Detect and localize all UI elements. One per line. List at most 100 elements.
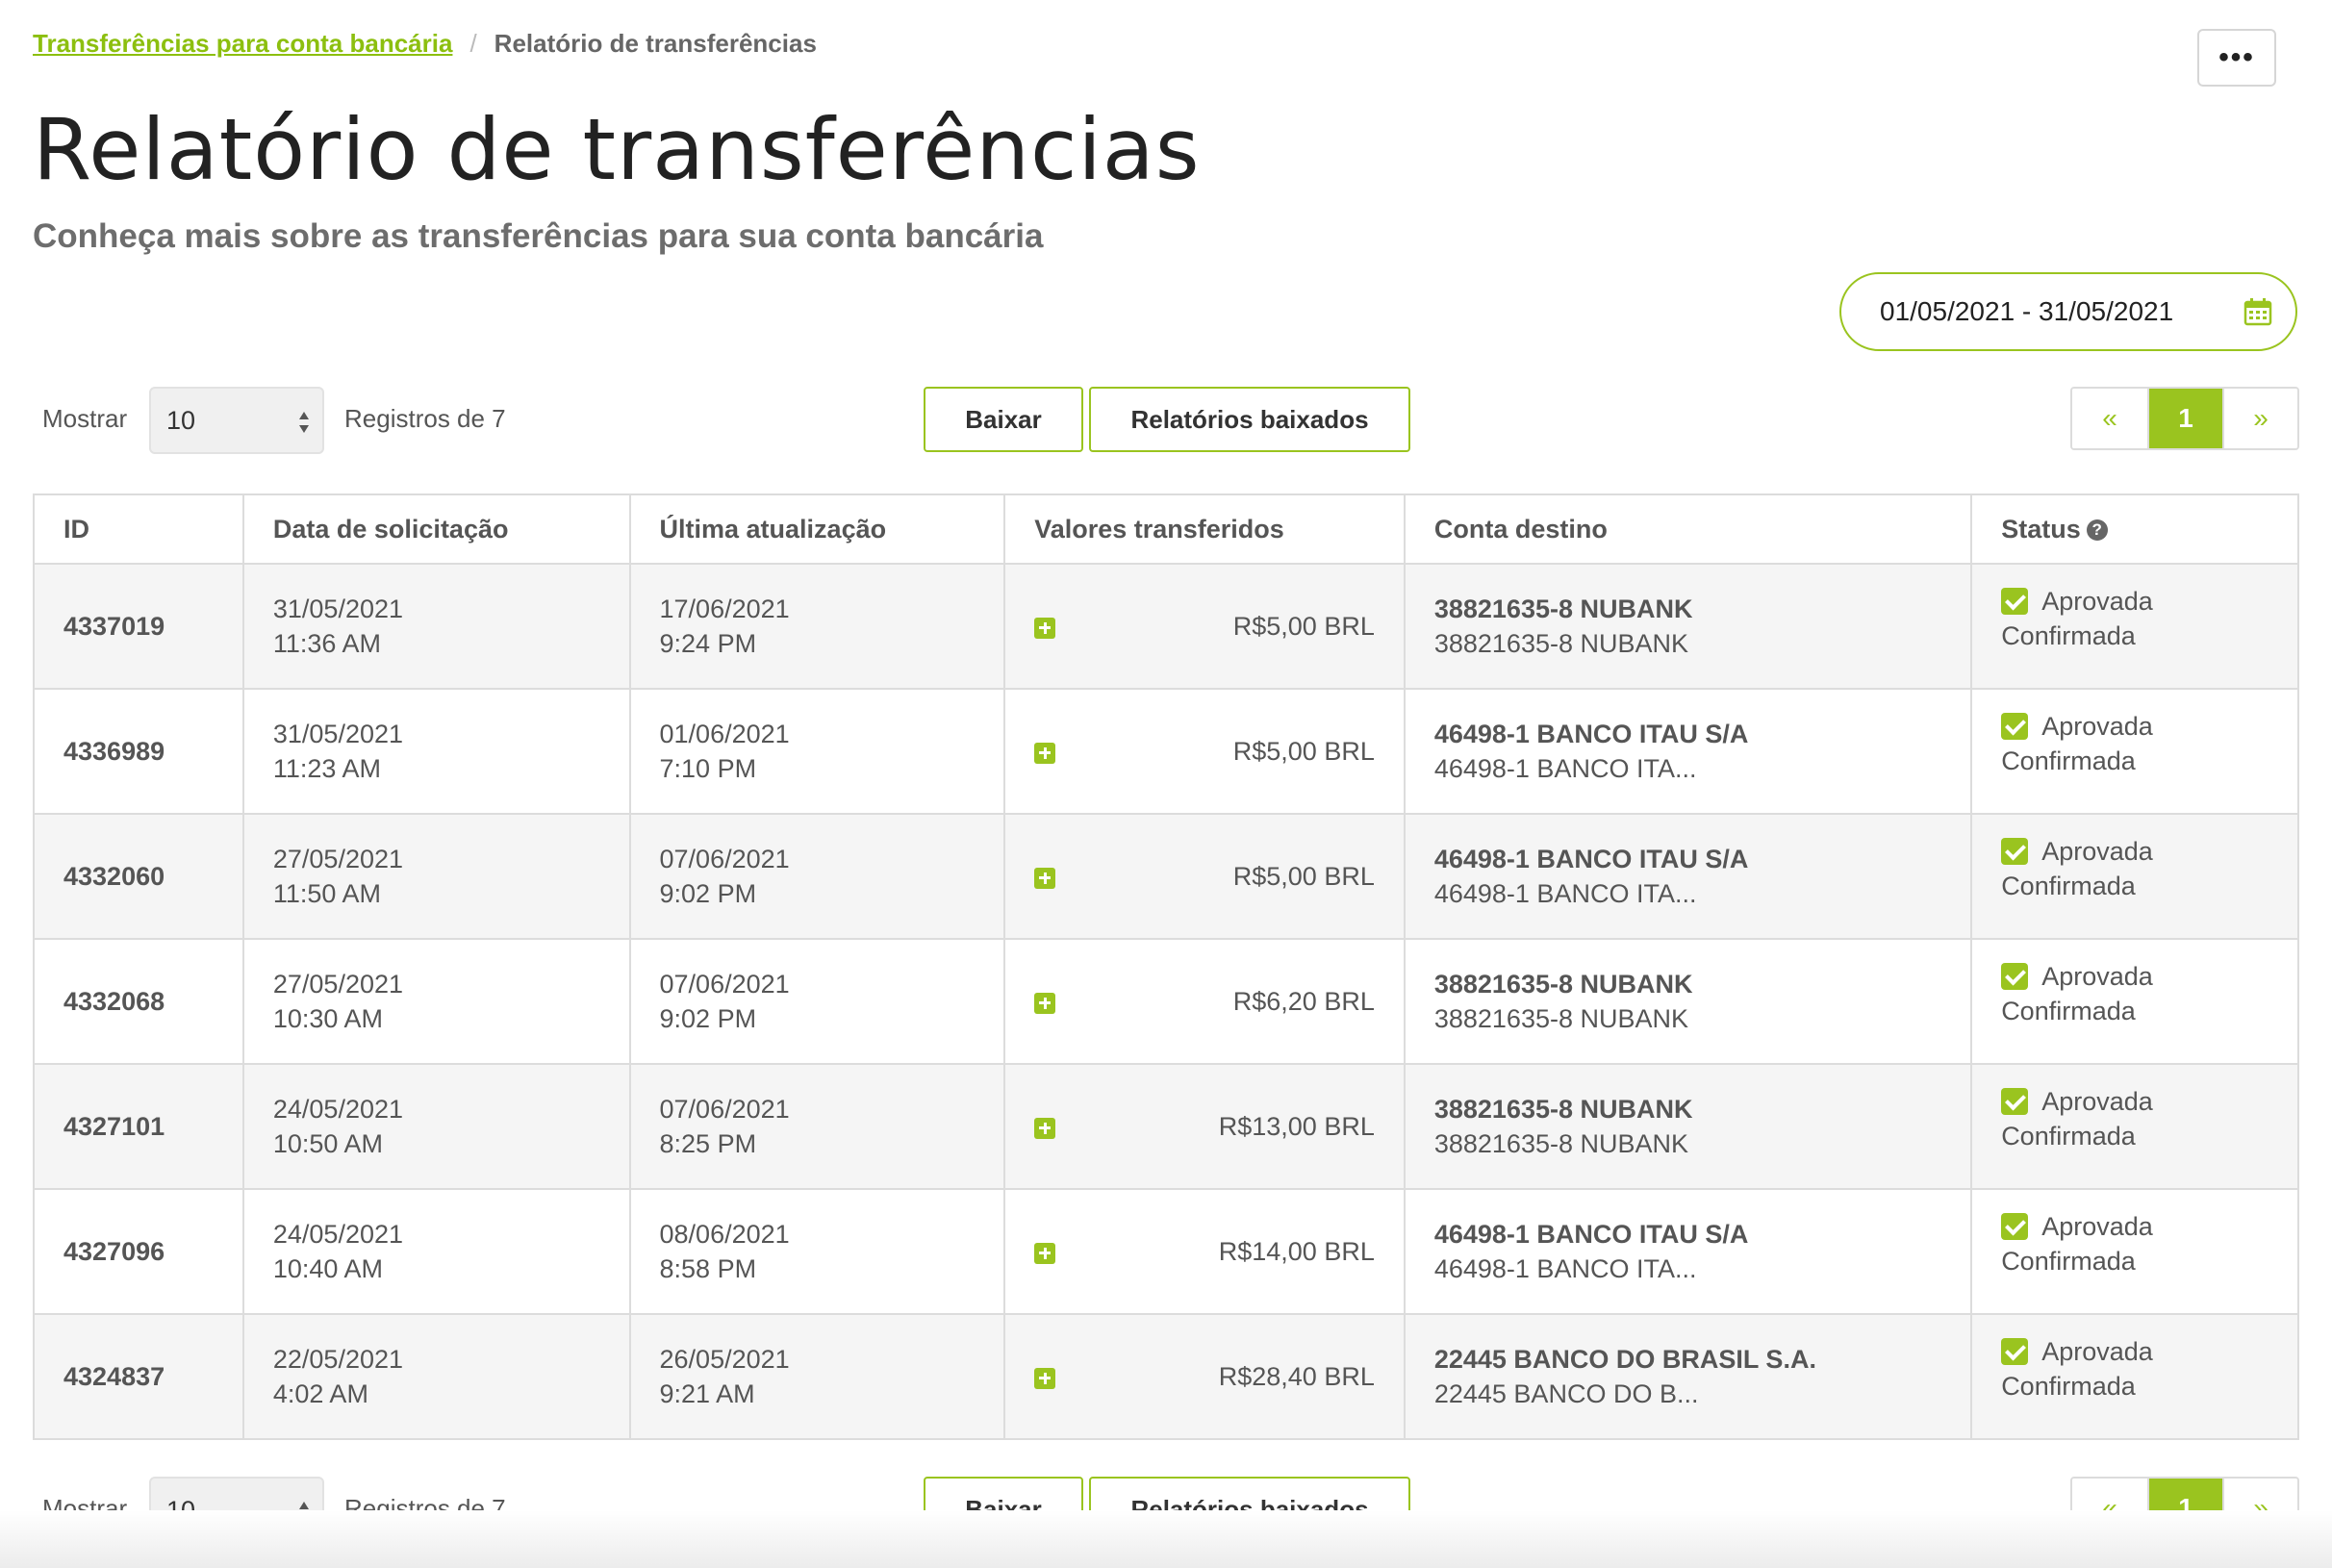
update-date: 07/06/2021 bbox=[659, 970, 790, 999]
downloaded-reports-button[interactable]: Relatórios baixados bbox=[1089, 387, 1410, 452]
request-date: 27/05/2021 bbox=[272, 970, 404, 999]
destination-account-cell: 38821635-8 NUBANK 38821635-8 NUBANK bbox=[1404, 564, 1973, 690]
breadcrumb: Transferências para conta bancária / Rel… bbox=[33, 29, 817, 59]
check-icon bbox=[2001, 1213, 2029, 1240]
transfer-id: 4324837 bbox=[34, 1314, 244, 1440]
expand-plus-icon[interactable] bbox=[1034, 1242, 1056, 1264]
update-date: 08/06/2021 bbox=[659, 1220, 790, 1249]
transfer-id: 4327101 bbox=[34, 1064, 244, 1190]
breadcrumb-link-transfers[interactable]: Transferências para conta bancária bbox=[33, 29, 452, 59]
update-date: 07/06/2021 bbox=[659, 1095, 790, 1124]
table-row: 4327096 24/05/2021 10:40 AM 08/06/2021 8:58 … bbox=[34, 1189, 2298, 1315]
download-button[interactable]: Baixar bbox=[924, 1477, 1083, 1542]
breadcrumb-separator: / bbox=[469, 29, 477, 58]
account-name-short: 46498-1 BANCO ITA... bbox=[1433, 1254, 1697, 1283]
status-cell: Aprovada Confirmada bbox=[1971, 1314, 2298, 1440]
status-label: Aprovada bbox=[2041, 712, 2153, 741]
update-date: 26/05/2021 bbox=[659, 1345, 790, 1374]
request-date-cell: 27/05/2021 10:30 AM bbox=[242, 939, 631, 1065]
amount-cell: R$5,00 BRL bbox=[1004, 689, 1406, 815]
request-time: 4:02 AM bbox=[272, 1379, 368, 1408]
account-name-short: 38821635-8 NUBANK bbox=[1433, 1004, 1689, 1033]
column-header-request-date: Data de solicitação bbox=[242, 494, 631, 565]
substatus-label: Confirmada bbox=[2001, 746, 2136, 775]
check-icon bbox=[2001, 1338, 2029, 1365]
pagination-next-button[interactable]: » bbox=[2222, 1479, 2297, 1538]
account-name-short: 46498-1 BANCO ITA... bbox=[1433, 754, 1697, 783]
amount-value: R$5,00 BRL bbox=[1232, 862, 1375, 891]
amount-cell: R$5,00 BRL bbox=[1004, 564, 1406, 690]
last-update-cell: 07/06/2021 9:02 PM bbox=[629, 939, 1006, 1065]
update-date: 07/06/2021 bbox=[659, 845, 790, 873]
status-cell: Aprovada Confirmada bbox=[1971, 1064, 2298, 1190]
status-cell: Aprovada Confirmada bbox=[1971, 1189, 2298, 1315]
pagination-page-1[interactable]: 1 bbox=[2147, 389, 2222, 448]
request-date-cell: 24/05/2021 10:40 AM bbox=[242, 1189, 631, 1315]
check-icon bbox=[2001, 963, 2029, 990]
table-controls-bottom: Mostrar 10 Registros de 7 Baixar Relatór… bbox=[0, 1475, 2332, 1544]
table-row: 4324837 22/05/2021 4:02 AM 26/05/2021 9:21 A… bbox=[34, 1314, 2298, 1440]
expand-plus-icon[interactable] bbox=[1034, 992, 1056, 1014]
update-time: 8:58 PM bbox=[659, 1254, 757, 1283]
expand-plus-icon[interactable] bbox=[1034, 1367, 1056, 1389]
page-size-select[interactable]: 10 bbox=[149, 387, 324, 454]
amount-value: R$13,00 BRL bbox=[1218, 1112, 1375, 1141]
select-arrows-icon bbox=[299, 412, 309, 433]
account-name: 38821635-8 NUBANK bbox=[1433, 970, 1693, 999]
expand-plus-icon[interactable] bbox=[1034, 742, 1056, 764]
request-time: 11:23 AM bbox=[272, 754, 381, 783]
amount-cell: R$6,20 BRL bbox=[1004, 939, 1406, 1065]
check-icon bbox=[2001, 713, 2029, 740]
request-date-cell: 24/05/2021 10:50 AM bbox=[242, 1064, 631, 1190]
check-icon bbox=[2001, 1088, 2029, 1115]
last-update-cell: 26/05/2021 9:21 AM bbox=[629, 1314, 1006, 1440]
download-button[interactable]: Baixar bbox=[924, 387, 1083, 452]
account-name: 46498-1 BANCO ITAU S/A bbox=[1433, 845, 1749, 873]
last-update-cell: 08/06/2021 8:58 PM bbox=[629, 1189, 1006, 1315]
status-label: Aprovada bbox=[2041, 587, 2153, 616]
last-update-cell: 07/06/2021 8:25 PM bbox=[629, 1064, 1006, 1190]
destination-account-cell: 46498-1 BANCO ITAU S/A 46498-1 BANCO ITA.… bbox=[1404, 689, 1973, 815]
help-icon[interactable]: ? bbox=[2086, 519, 2108, 542]
last-update-cell: 07/06/2021 9:02 PM bbox=[629, 814, 1006, 940]
update-time: 9:24 PM bbox=[659, 629, 757, 658]
amount-cell: R$5,00 BRL bbox=[1004, 814, 1406, 940]
table-row: 4327101 24/05/2021 10:50 AM 07/06/2021 8:25 … bbox=[34, 1064, 2298, 1190]
transfer-id: 4332060 bbox=[34, 814, 244, 940]
status-header-label: Status bbox=[2001, 514, 2081, 544]
update-date: 01/06/2021 bbox=[659, 720, 790, 748]
status-cell: Aprovada Confirmada bbox=[1971, 564, 2298, 690]
column-header-id: ID bbox=[34, 494, 244, 565]
substatus-label: Confirmada bbox=[2001, 1122, 2136, 1151]
destination-account-cell: 22445 BANCO DO BRASIL S.A. 22445 BANCO DO… bbox=[1404, 1314, 1973, 1440]
table-row: 4336989 31/05/2021 11:23 AM 01/06/2021 7:10 … bbox=[34, 689, 2298, 815]
amount-cell: R$28,40 BRL bbox=[1004, 1314, 1406, 1440]
transfer-id: 4332068 bbox=[34, 939, 244, 1065]
expand-plus-icon[interactable] bbox=[1034, 617, 1056, 639]
more-options-button[interactable]: ••• bbox=[2197, 29, 2276, 87]
pagination-prev-button[interactable]: « bbox=[2072, 389, 2147, 448]
amount-value: R$28,40 BRL bbox=[1218, 1362, 1375, 1391]
date-range-picker[interactable]: 01/05/2021 - 31/05/2021 bbox=[1839, 272, 2297, 351]
account-name: 38821635-8 NUBANK bbox=[1433, 594, 1693, 623]
substatus-label: Confirmada bbox=[2001, 872, 2136, 900]
status-label: Aprovada bbox=[2041, 837, 2153, 866]
downloaded-reports-button[interactable]: Relatórios baixados bbox=[1089, 1477, 1410, 1542]
request-date-cell: 22/05/2021 4:02 AM bbox=[242, 1314, 631, 1440]
request-date: 24/05/2021 bbox=[272, 1095, 404, 1124]
expand-plus-icon[interactable] bbox=[1034, 1117, 1056, 1139]
status-label: Aprovada bbox=[2041, 1087, 2153, 1116]
pagination-page-1[interactable]: 1 bbox=[2147, 1479, 2222, 1538]
status-label: Aprovada bbox=[2041, 962, 2153, 991]
account-name-short: 46498-1 BANCO ITA... bbox=[1433, 879, 1697, 908]
select-arrows-icon bbox=[299, 1502, 309, 1523]
page-size-value: 10 bbox=[166, 1495, 196, 1525]
column-header-status: Status? bbox=[1971, 494, 2298, 565]
pagination-next-button[interactable]: » bbox=[2222, 389, 2297, 448]
transfer-id: 4337019 bbox=[34, 564, 244, 690]
page-size-select[interactable]: 10 bbox=[149, 1477, 324, 1544]
pagination-prev-button[interactable]: « bbox=[2072, 1479, 2147, 1538]
expand-plus-icon[interactable] bbox=[1034, 867, 1056, 889]
destination-account-cell: 38821635-8 NUBANK 38821635-8 NUBANK bbox=[1404, 1064, 1973, 1190]
request-time: 10:40 AM bbox=[272, 1254, 383, 1283]
